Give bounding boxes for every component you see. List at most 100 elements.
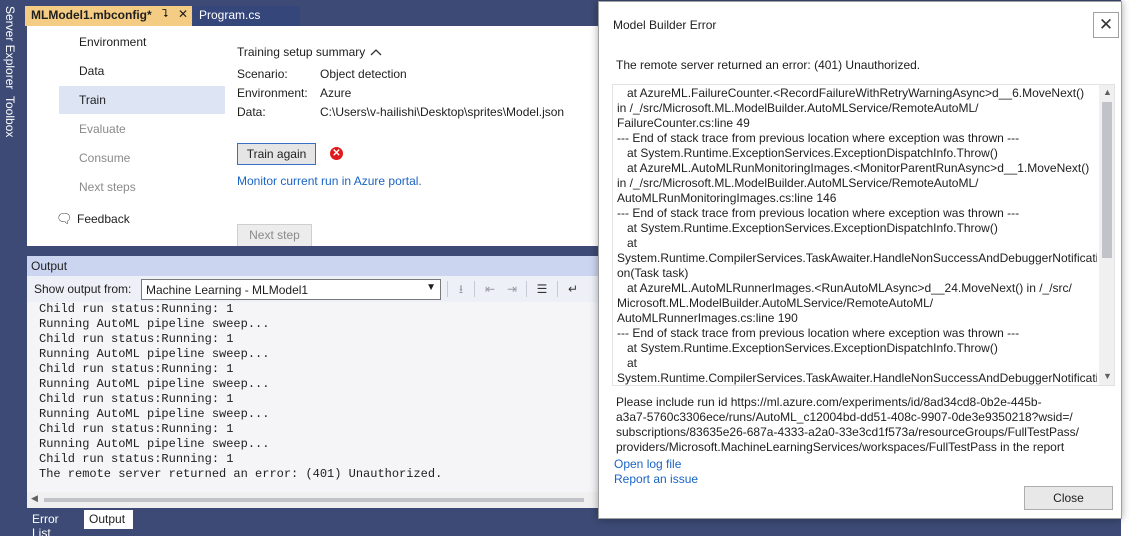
error-message: The remote server returned an error: (40…	[616, 58, 921, 72]
output-line: Child run status:Running: 1	[39, 362, 234, 376]
dialog-title: Model Builder Error	[613, 18, 717, 32]
nav-evaluate[interactable]: Evaluate	[59, 115, 225, 143]
output-line: The remote server returned an error: (40…	[39, 467, 443, 481]
trace-line: at System.Runtime.ExceptionServices.Exce…	[617, 341, 998, 355]
toolbar-separator	[557, 281, 558, 297]
output-source-select[interactable]: Machine Learning - MLModel1 ▼	[141, 279, 441, 300]
trace-line: at AzureML.AutoMLRunnerImages.<RunAutoML…	[617, 281, 1072, 295]
include-line: providers/Microsoft.MachineLearningServi…	[616, 440, 1065, 454]
stack-trace-box[interactable]: at AzureML.FailureCounter.<RecordFailure…	[612, 84, 1115, 386]
train-again-button[interactable]: Train again	[237, 143, 316, 165]
trace-line: at AzureML.AutoMLRunMonitoringImages.<Mo…	[617, 161, 1090, 175]
dropdown-arrow-icon: ▼	[426, 282, 436, 293]
trace-line: on(Task task)	[617, 266, 689, 280]
report-issue-link[interactable]: Report an issue	[614, 472, 698, 486]
scroll-up-icon[interactable]: ▲	[1103, 87, 1112, 97]
include-line: Please include run id https://ml.azure.c…	[616, 395, 1042, 409]
tab-error-list[interactable]: Error List	[27, 510, 82, 536]
output-line: Running AutoML pipeline sweep...	[39, 347, 270, 361]
trace-line: at System.Runtime.ExceptionServices.Exce…	[617, 221, 998, 235]
previous-message-icon[interactable]: ⇤	[482, 281, 498, 297]
left-tool-strip: Server Explorer Toolbox	[0, 0, 25, 536]
clear-all-icon[interactable]: ☰	[534, 281, 550, 297]
output-line: Child run status:Running: 1	[39, 332, 234, 346]
output-line: Child run status:Running: 1	[39, 422, 234, 436]
toolbar-separator	[474, 281, 475, 297]
trace-line: at System.Runtime.ExceptionServices.Exce…	[617, 146, 998, 160]
output-line: Child run status:Running: 1	[39, 452, 234, 466]
monitor-azure-link[interactable]: Monitor current run in Azure portal.	[237, 174, 422, 188]
stack-trace-text: at AzureML.FailureCounter.<RecordFailure…	[617, 86, 1097, 385]
stack-trace-scrollbar[interactable]: ▲ ▼	[1099, 85, 1114, 385]
output-horizontal-scrollbar[interactable]: ◀	[27, 492, 599, 508]
nav-data[interactable]: Data	[59, 57, 225, 85]
output-line: Child run status:Running: 1	[39, 302, 234, 316]
trace-line: AutoMLRunMonitoringImages.cs:line 146	[617, 191, 837, 205]
model-builder-editor: Environment Data Train Evaluate Consume …	[27, 26, 599, 246]
output-line: Running AutoML pipeline sweep...	[39, 317, 270, 331]
tab-output[interactable]: Output	[84, 510, 133, 529]
trace-line: AutoMLRunnerImages.cs:line 190	[617, 311, 798, 325]
pin-icon[interactable]: ⮧	[162, 8, 169, 21]
include-line: a3a7-5760c3306ece/runs/AutoML_c12004bd-d…	[616, 410, 1073, 424]
word-wrap-icon[interactable]: ↵	[565, 281, 581, 297]
output-toolbar: Show output from: Machine Learning - MLM…	[27, 276, 599, 302]
trace-line: in /_/src/Microsoft.ML.ModelBuilder.Auto…	[617, 101, 979, 115]
trace-line: in /_/src/Microsoft.ML.ModelBuilder.Auto…	[617, 176, 979, 190]
scenario-label: Scenario:	[237, 67, 288, 81]
close-button[interactable]: Close	[1024, 486, 1113, 510]
data-label: Data:	[237, 105, 266, 119]
trace-line: at AzureML.FailureCounter.<RecordFailure…	[617, 86, 1085, 100]
scenario-value: Object detection	[320, 67, 407, 81]
scrollbar-thumb[interactable]	[1102, 102, 1112, 258]
output-line: Running AutoML pipeline sweep...	[39, 407, 270, 421]
trace-line: Microsoft.ML.ModelBuilder.AutoMLService/…	[617, 296, 934, 310]
nav-consume[interactable]: Consume	[59, 144, 225, 172]
background-window-edge	[1121, 0, 1130, 536]
summary-title[interactable]: Training setup summary	[237, 45, 365, 59]
scroll-down-icon[interactable]: ▼	[1103, 371, 1112, 381]
nav-environment[interactable]: Environment	[59, 28, 225, 56]
output-header: Output	[27, 256, 599, 276]
close-icon[interactable]: ✕	[1093, 12, 1119, 38]
output-text[interactable]: Child run status:Running: 1 Running Auto…	[27, 302, 599, 492]
data-value: C:\Users\v-hailishi\Desktop\sprites\Mode…	[320, 105, 565, 119]
nav-next-steps[interactable]: Next steps	[59, 173, 225, 201]
output-line: Running AutoML pipeline sweep...	[39, 437, 270, 451]
trace-line: at	[617, 236, 638, 250]
toolbar-separator	[526, 281, 527, 297]
toolbar-separator	[447, 281, 448, 297]
next-step-button[interactable]: Next step	[237, 224, 312, 246]
trace-line: --- End of stack trace from previous loc…	[617, 326, 1020, 340]
environment-value: Azure	[320, 86, 352, 100]
output-source-value: Machine Learning - MLModel1	[146, 283, 309, 297]
scrollbar-thumb[interactable]	[44, 498, 584, 502]
nav-train[interactable]: Train	[59, 86, 225, 114]
trace-line: FailureCounter.cs:line 49	[617, 116, 750, 130]
output-line: Running AutoML pipeline sweep...	[39, 377, 270, 391]
trace-line: --- End of stack trace from previous loc…	[617, 206, 1020, 220]
environment-label: Environment:	[237, 86, 308, 100]
find-message-icon[interactable]: ⭳	[453, 281, 469, 297]
chevron-up-icon[interactable]	[369, 45, 383, 59]
tab-model-builder[interactable]: MLModel1.mbconfig* ⮧ ✕	[25, 6, 192, 26]
trace-line: System.Runtime.CompilerServices.TaskAwai…	[617, 251, 1097, 265]
tab-program[interactable]: Program.cs	[193, 6, 300, 26]
trace-line: --- End of stack trace from previous loc…	[617, 131, 1020, 145]
trace-line: at	[617, 356, 638, 370]
error-circle-icon: ✕	[330, 147, 343, 160]
nav-feedback[interactable]: 🗨 Feedback	[56, 205, 225, 233]
next-message-icon[interactable]: ⇥	[504, 281, 520, 297]
open-log-file-link[interactable]: Open log file	[614, 457, 681, 471]
trace-line: System.Runtime.CompilerServices.TaskAwai…	[617, 371, 1097, 385]
include-line: subscriptions/83635e26-687a-4333-a2a0-33…	[616, 425, 1079, 439]
toolbox-tab[interactable]: Toolbox	[3, 96, 17, 137]
scroll-left-icon[interactable]: ◀	[31, 493, 38, 504]
close-icon[interactable]: ✕	[178, 7, 188, 21]
feedback-icon: 🗨	[56, 211, 73, 226]
show-output-from-label: Show output from:	[34, 282, 132, 296]
output-line: Child run status:Running: 1	[39, 392, 234, 406]
include-run-id-text: Please include run id https://ml.azure.c…	[616, 395, 1086, 455]
nav-feedback-label: Feedback	[77, 212, 130, 226]
server-explorer-tab[interactable]: Server Explorer	[3, 6, 17, 89]
